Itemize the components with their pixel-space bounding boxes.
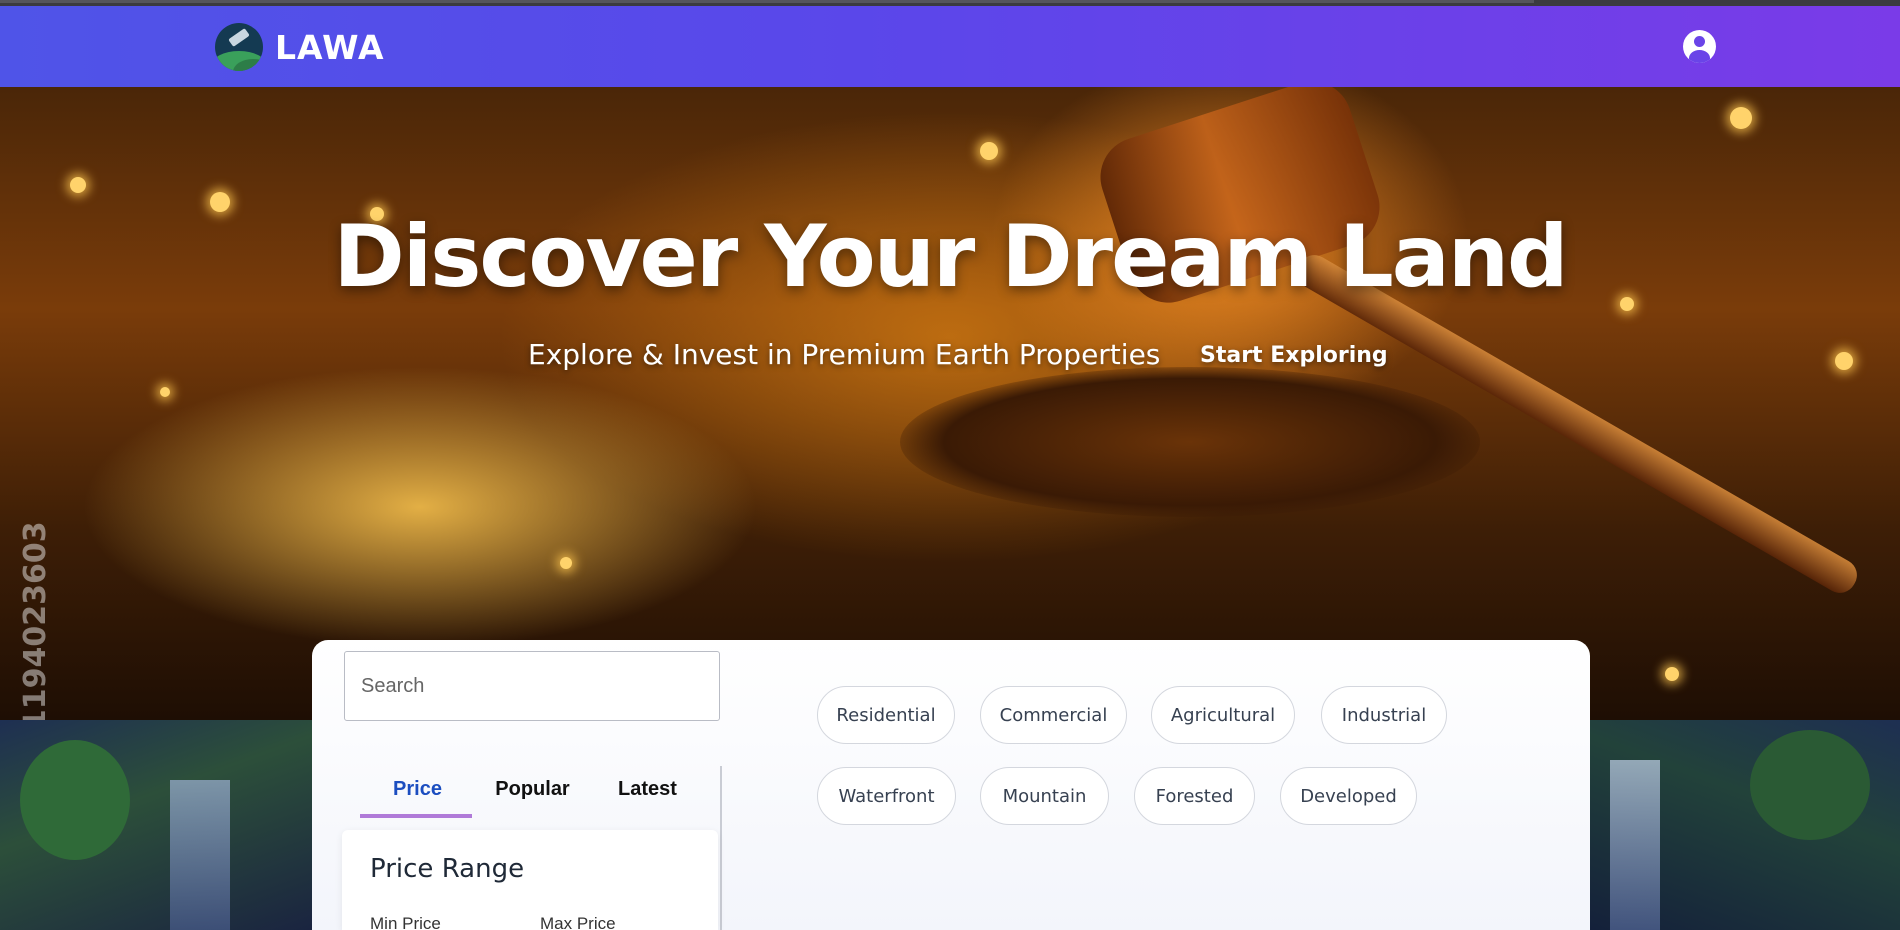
min-price-label: Min Price — [370, 914, 441, 930]
category-chip-agricultural[interactable]: Agricultural — [1151, 686, 1295, 744]
tab-popular[interactable]: Popular — [475, 770, 590, 812]
panel-divider — [720, 766, 722, 930]
price-range-card: Price Range Min Price Max Price — [342, 830, 718, 930]
price-range-title: Price Range — [370, 854, 525, 884]
brand-name: LAWA — [275, 27, 385, 67]
sparkle — [1730, 107, 1752, 129]
user-circle-icon[interactable] — [1683, 30, 1716, 63]
tab-price[interactable]: Price — [360, 770, 475, 818]
max-price-label: Max Price — [540, 914, 616, 930]
sparkle — [980, 142, 998, 160]
category-chip-commercial[interactable]: Commercial — [980, 686, 1127, 744]
sparkle — [160, 387, 170, 397]
sparkle — [560, 557, 572, 569]
start-exploring-link[interactable]: Start Exploring — [1200, 343, 1388, 368]
category-chip-mountain[interactable]: Mountain — [980, 767, 1109, 825]
tab-latest[interactable]: Latest — [590, 770, 705, 812]
sparkle — [1665, 667, 1679, 681]
sort-tabs: Price Popular Latest — [360, 770, 720, 818]
sparkle — [70, 177, 86, 193]
category-chip-waterfront[interactable]: Waterfront — [817, 767, 956, 825]
category-chip-forested[interactable]: Forested — [1134, 767, 1255, 825]
stock-watermark: k | #1194023603 — [18, 521, 53, 720]
category-chip-residential[interactable]: Residential — [817, 686, 955, 744]
hero-subtitle: Explore & Invest in Premium Earth Proper… — [528, 338, 1161, 371]
gavel-base-decoration — [900, 367, 1480, 517]
hero-title: Discover Your Dream Land — [333, 207, 1568, 307]
background-image-right — [1590, 720, 1900, 930]
search-input[interactable] — [344, 651, 720, 721]
brand[interactable]: LAWA — [215, 23, 385, 71]
sparkle — [1835, 352, 1853, 370]
category-chip-developed[interactable]: Developed — [1280, 767, 1417, 825]
hero-banner: k | #1194023603 — [0, 87, 1900, 720]
search-filter-panel: Price Popular Latest Price Range Min Pri… — [312, 640, 1590, 930]
logo-icon — [215, 23, 263, 71]
category-chip-industrial[interactable]: Industrial — [1321, 686, 1447, 744]
background-image-left — [0, 720, 312, 930]
navbar: LAWA — [0, 6, 1900, 87]
